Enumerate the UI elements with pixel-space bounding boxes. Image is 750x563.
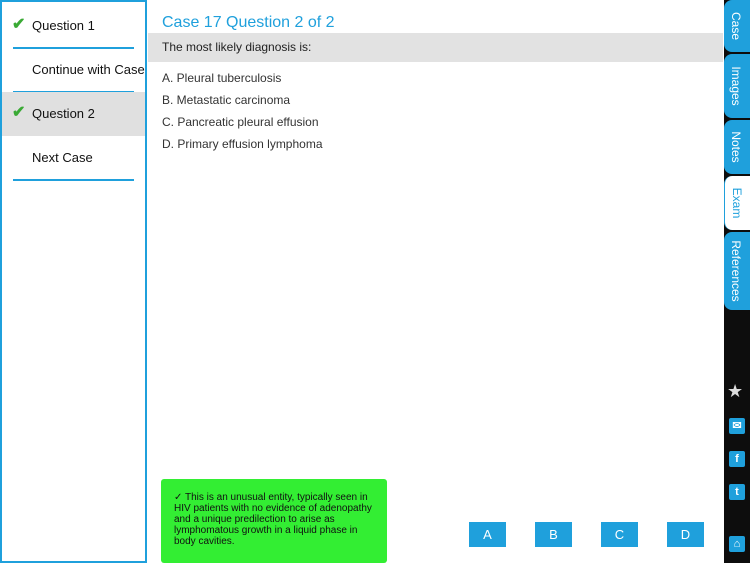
option-c[interactable]: C. Pancreatic pleural effusion xyxy=(162,115,319,129)
answer-a-button[interactable]: A xyxy=(469,522,506,547)
answer-feedback-text: ✓ This is an unusual entity, typically s… xyxy=(174,492,372,547)
tab-notes[interactable]: Notes xyxy=(724,120,750,174)
sidebar-item-label: Question 1 xyxy=(32,18,95,33)
question-prompt: The most likely diagnosis is: xyxy=(162,40,312,54)
sidebar-item-label: Continue with Case xyxy=(32,62,145,77)
question-prompt-bar: The most likely diagnosis is: xyxy=(148,33,723,62)
mail-icon[interactable]: ✉ xyxy=(729,418,745,434)
tab-label: Case xyxy=(729,11,743,41)
tumblr-icon[interactable]: t xyxy=(729,484,745,500)
sidebar-item-label: Question 2 xyxy=(32,106,95,121)
answer-c-button[interactable]: C xyxy=(601,522,638,547)
tab-label: Exam xyxy=(730,187,744,219)
sidebar-item-question-1[interactable]: ✔ Question 1 xyxy=(2,4,145,49)
answer-feedback-box: ✓ This is an unusual entity, typically s… xyxy=(161,479,387,563)
question-sidebar: ✔ Question 1 Continue with Case ✔ Questi… xyxy=(0,0,147,563)
check-icon: ✔ xyxy=(12,16,26,33)
tab-exam[interactable]: Exam xyxy=(724,176,750,230)
option-b[interactable]: B. Metastatic carcinoma xyxy=(162,93,290,107)
sidebar-item-next-case[interactable]: Next Case xyxy=(2,136,145,181)
tab-label: Notes xyxy=(729,131,743,163)
star-icon[interactable]: ★ xyxy=(727,381,743,402)
check-icon: ✔ xyxy=(12,104,26,121)
sidebar-item-label: Next Case xyxy=(32,150,93,165)
tab-images[interactable]: Images xyxy=(724,54,750,118)
tab-references[interactable]: References xyxy=(724,232,750,310)
option-d[interactable]: D. Primary effusion lymphoma xyxy=(162,137,323,151)
option-a[interactable]: A. Pleural tuberculosis xyxy=(162,71,281,85)
sidebar-item-question-2[interactable]: ✔ Question 2 xyxy=(2,92,145,136)
answer-b-button[interactable]: B xyxy=(535,522,572,547)
tab-label: Images xyxy=(729,66,743,106)
divider xyxy=(13,179,134,181)
answer-d-button[interactable]: D xyxy=(667,522,704,547)
tab-label: References xyxy=(729,240,743,302)
facebook-icon[interactable]: f xyxy=(729,451,745,467)
home-icon[interactable]: ⌂ xyxy=(729,536,745,552)
tab-case[interactable]: Case xyxy=(724,0,750,52)
page-title: Case 17 Question 2 of 2 xyxy=(162,14,335,31)
sidebar-item-continue-with-case[interactable]: Continue with Case xyxy=(2,48,145,93)
